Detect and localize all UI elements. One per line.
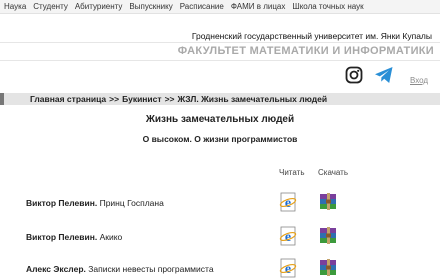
- breadcrumb: Главная страница >> Букинист >> ЖЗЛ. Жиз…: [0, 93, 440, 105]
- book-title: Акико: [99, 232, 123, 242]
- nav-people[interactable]: ФАМИ в лицах: [231, 2, 286, 11]
- top-navigation: Наука Студенту Абитуриенту Выпускнику Ра…: [0, 0, 440, 14]
- book-author: Виктор Пелевин.: [26, 198, 98, 208]
- divider: [0, 42, 440, 43]
- nav-school[interactable]: Школа точных наук: [292, 2, 363, 11]
- winrar-archive-icon[interactable]: [318, 258, 340, 278]
- nav-science[interactable]: Наука: [4, 2, 26, 11]
- book-row: Виктор Пелевин. Акико e: [26, 226, 406, 248]
- breadcrumb-bookshop[interactable]: Букинист: [122, 94, 161, 104]
- breadcrumb-current: ЖЗЛ. Жизнь замечательных людей: [177, 94, 328, 104]
- nav-graduate[interactable]: Выпускнику: [129, 2, 172, 11]
- column-read-header: Читать: [279, 168, 305, 177]
- faculty-title: ФАКУЛЬТЕТ МАТЕМАТИКИ И ИНФОРМАТИКИ: [177, 45, 434, 57]
- nav-applicant[interactable]: Абитуриенту: [75, 2, 123, 11]
- instagram-icon[interactable]: [345, 66, 363, 84]
- book-author: Алекс Экслер.: [26, 264, 86, 274]
- book-row: Виктор Пелевин. Принц Госплана e: [26, 192, 406, 214]
- internet-explorer-icon[interactable]: e: [279, 192, 299, 212]
- book-title: Принц Госплана: [99, 198, 164, 208]
- breadcrumb-separator: >>: [109, 94, 120, 104]
- internet-explorer-icon[interactable]: e: [279, 226, 299, 246]
- university-name: Гродненский государственный университет …: [191, 31, 432, 41]
- book-author: Виктор Пелевин.: [26, 232, 98, 242]
- telegram-icon[interactable]: [374, 66, 394, 84]
- internet-explorer-icon[interactable]: e: [279, 258, 299, 278]
- book-entry: Алекс Экслер. Записки невесты программис…: [26, 264, 214, 274]
- divider: [0, 60, 440, 61]
- book-row: Алекс Экслер. Записки невесты программис…: [26, 258, 406, 280]
- book-entry: Виктор Пелевин. Принц Госплана: [26, 198, 164, 208]
- login-link[interactable]: Вход: [410, 76, 428, 85]
- book-entry: Виктор Пелевин. Акико: [26, 232, 122, 242]
- page-title: Жизнь замечательных людей: [145, 114, 295, 125]
- winrar-archive-icon[interactable]: [318, 226, 340, 246]
- breadcrumb-home[interactable]: Главная страница: [30, 94, 106, 104]
- page-subtitle: О высоком. О жизни программистов: [142, 134, 298, 144]
- nav-student[interactable]: Студенту: [33, 2, 68, 11]
- nav-schedule[interactable]: Расписание: [180, 2, 224, 11]
- winrar-archive-icon[interactable]: [318, 192, 340, 212]
- column-download-header: Скачать: [318, 168, 348, 177]
- breadcrumb-separator: >>: [164, 94, 175, 104]
- book-title: Записки невесты программиста: [88, 264, 214, 274]
